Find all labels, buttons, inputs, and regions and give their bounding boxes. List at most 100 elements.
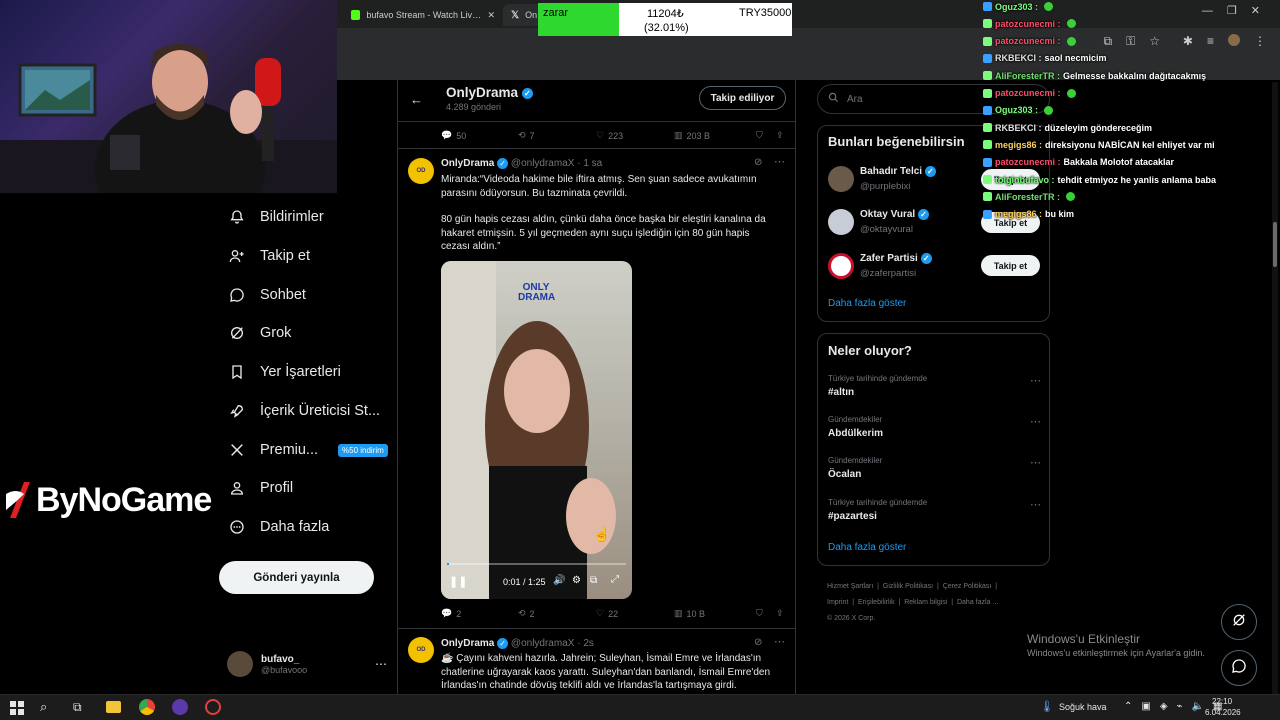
like-count[interactable]: ♡ 223 [596, 130, 674, 141]
avatar[interactable] [1228, 34, 1240, 46]
view-count[interactable]: ▥ 10 B [674, 608, 756, 619]
share-icon[interactable]: ⇪ [776, 608, 784, 619]
footer-link[interactable]: Daha fazla ... [957, 599, 998, 606]
suggestion-row[interactable]: Zafer Partisi ✓ @zaferpartisi Takip et [828, 253, 1041, 283]
tray-app-icon[interactable]: ▣ [1141, 701, 1150, 712]
more-dots-icon[interactable]: ⋯ [1030, 456, 1041, 469]
grok-icon[interactable]: ⊘ [754, 637, 762, 648]
close-tab-icon[interactable]: ✕ [487, 10, 495, 21]
obs-icon[interactable] [205, 699, 221, 715]
media-icon[interactable]: ≡ [1207, 34, 1214, 48]
grok-icon[interactable]: ⊘ [754, 157, 762, 168]
scrollbar[interactable] [1272, 82, 1278, 694]
chat-badge-icon [983, 36, 992, 46]
share-icon[interactable]: ⇪ [776, 130, 784, 141]
account-switcher[interactable]: bufavo_ @bufavooo ⋯ [227, 648, 387, 680]
view-count[interactable]: ▥ 203 B [674, 130, 756, 141]
show-more-link[interactable]: Daha fazla göster [828, 298, 906, 309]
more-dots-icon[interactable]: ⋯ [1030, 374, 1041, 387]
sidebar-item-bookmarks[interactable]: Yer İşaretleri [228, 357, 341, 387]
footer-link[interactable]: Reklam bilgisi [904, 599, 947, 606]
activation-watermark-title: Windows'u Etkinleştir [1027, 632, 1140, 646]
follow-button[interactable]: Takip et [981, 255, 1040, 276]
bookmark-icon[interactable]: ⛉ [756, 130, 776, 141]
grok-icon [1231, 612, 1247, 633]
footer-link[interactable]: Gizlilik Politikası [883, 583, 933, 590]
chrome-icon[interactable] [139, 699, 155, 715]
chat-username: patozcunecmi : [995, 88, 1061, 98]
trend-item[interactable]: Gündemdekiler Öcalan ⋯ [828, 456, 1041, 480]
star-icon[interactable]: ☆ [1149, 34, 1160, 49]
footer-link[interactable]: Hizmet Şartları [827, 583, 873, 590]
windows-start-icon[interactable] [10, 701, 24, 720]
trend-item[interactable]: Türkiye tarihinde gündemde #pazartesi ⋯ [828, 498, 1041, 522]
avatar [828, 166, 854, 192]
chat-username: tolginbufavo : [995, 174, 1055, 185]
search-icon[interactable]: ⌕ [40, 699, 47, 715]
volume-icon[interactable]: 🔈 [1192, 701, 1204, 712]
like-count[interactable]: ♡ 22 [596, 608, 674, 619]
key-icon[interactable]: ⚿ [1126, 34, 1135, 49]
minimize-icon[interactable]: — [1202, 5, 1213, 17]
puzzle-icon[interactable]: ✱ [1183, 34, 1193, 48]
suggestion-handle: @oktayvural [860, 224, 913, 235]
restore-icon[interactable]: ❐ [1227, 4, 1237, 17]
tweet-text: Miranda:“Videoda hakime bile iftira atmı… [441, 174, 757, 199]
author-name[interactable]: OnlyDrama [441, 158, 494, 169]
reply-count[interactable]: 💬 50 [441, 130, 518, 141]
sidebar-item-premium[interactable]: Premiu... %50 indirim [228, 435, 388, 465]
extension-icon[interactable]: ⧉ [1104, 34, 1113, 49]
reply-count[interactable]: 💬 2 [441, 608, 518, 619]
back-arrow-icon[interactable]: ← [410, 92, 423, 107]
more-dots-icon[interactable]: ⋯ [375, 657, 387, 671]
sidebar-item-follow[interactable]: Takip et [228, 241, 310, 271]
tab-kick[interactable]: bufavo Stream - Watch Live on ✕ [343, 4, 501, 26]
sidebar-item-creator-studio[interactable]: İçerik Üreticisi St... [228, 396, 380, 426]
file-explorer-icon[interactable] [106, 701, 121, 713]
more-dots-icon[interactable]: ⋯ [1030, 498, 1041, 511]
grok-float-button[interactable] [1221, 604, 1257, 640]
video-player[interactable]: ONLY DRAMA ❚❚ 0:01 / 1:25 🔊 ⚙ ⧉ ⤢ [441, 261, 632, 599]
weather-label[interactable]: Soğuk hava [1059, 702, 1107, 712]
chevron-up-icon[interactable]: ⌃ [1124, 701, 1132, 712]
tweet-header: OnlyDrama ✓ @onlydramaX · 1 sa [441, 158, 602, 169]
task-view-icon[interactable]: ⧉ [73, 700, 82, 715]
sidebar-item-notifications[interactable]: Bildirimler [228, 202, 324, 232]
pause-icon[interactable]: ❚❚ [449, 575, 467, 588]
avatar[interactable]: OD [408, 637, 434, 663]
more-dots-icon[interactable]: ⋯ [774, 635, 785, 648]
post-button[interactable]: Gönderi yayınla [219, 561, 374, 594]
network-icon[interactable]: ⌁ [1177, 701, 1183, 712]
video-progress-track[interactable] [447, 563, 626, 565]
more-dots-icon[interactable]: ⋯ [1030, 415, 1041, 428]
avatar[interactable]: OD [408, 158, 434, 184]
sidebar-item-label: Grok [260, 325, 292, 341]
trend-item[interactable]: Türkiye tarihinde gündemde #altın ⋯ [828, 374, 1041, 398]
following-button[interactable]: Takip ediliyor [699, 86, 786, 110]
sidebar-item-chat[interactable]: Sohbet [228, 280, 306, 310]
tray-app-icon[interactable]: ◈ [1160, 701, 1168, 712]
sidebar-item-profile[interactable]: Profil [228, 473, 293, 503]
bookmark-icon[interactable]: ⛉ [756, 608, 776, 619]
menu-dots-icon[interactable]: ⋮ [1254, 34, 1266, 48]
more-circle-icon [228, 518, 246, 536]
messages-float-button[interactable] [1221, 650, 1257, 686]
emote-icon [1066, 192, 1076, 202]
repost-count[interactable]: ⟲ 7 [518, 130, 596, 141]
app-icon[interactable] [172, 699, 188, 715]
more-dots-icon[interactable]: ⋯ [774, 155, 785, 168]
close-window-icon[interactable]: ✕ [1251, 4, 1260, 17]
footer-link[interactable]: Erişilebilirlik [858, 599, 895, 606]
footer-link[interactable]: Imprint [827, 599, 848, 606]
pip-icon[interactable]: ⧉ [590, 575, 597, 586]
sidebar-item-more[interactable]: Daha fazla [228, 512, 329, 542]
fullscreen-icon[interactable]: ⤢ [611, 574, 619, 585]
volume-icon[interactable]: 🔊 [553, 575, 565, 586]
settings-icon[interactable]: ⚙ [572, 575, 581, 586]
show-more-link[interactable]: Daha fazla göster [828, 542, 906, 553]
footer-link[interactable]: Çerez Politikası [943, 583, 992, 590]
trend-item[interactable]: Gündemdekiler Abdülkerim ⋯ [828, 415, 1041, 439]
sidebar-item-grok[interactable]: Grok [228, 318, 291, 348]
repost-count[interactable]: ⟲ 2 [518, 608, 596, 619]
author-name[interactable]: OnlyDrama [441, 638, 494, 649]
